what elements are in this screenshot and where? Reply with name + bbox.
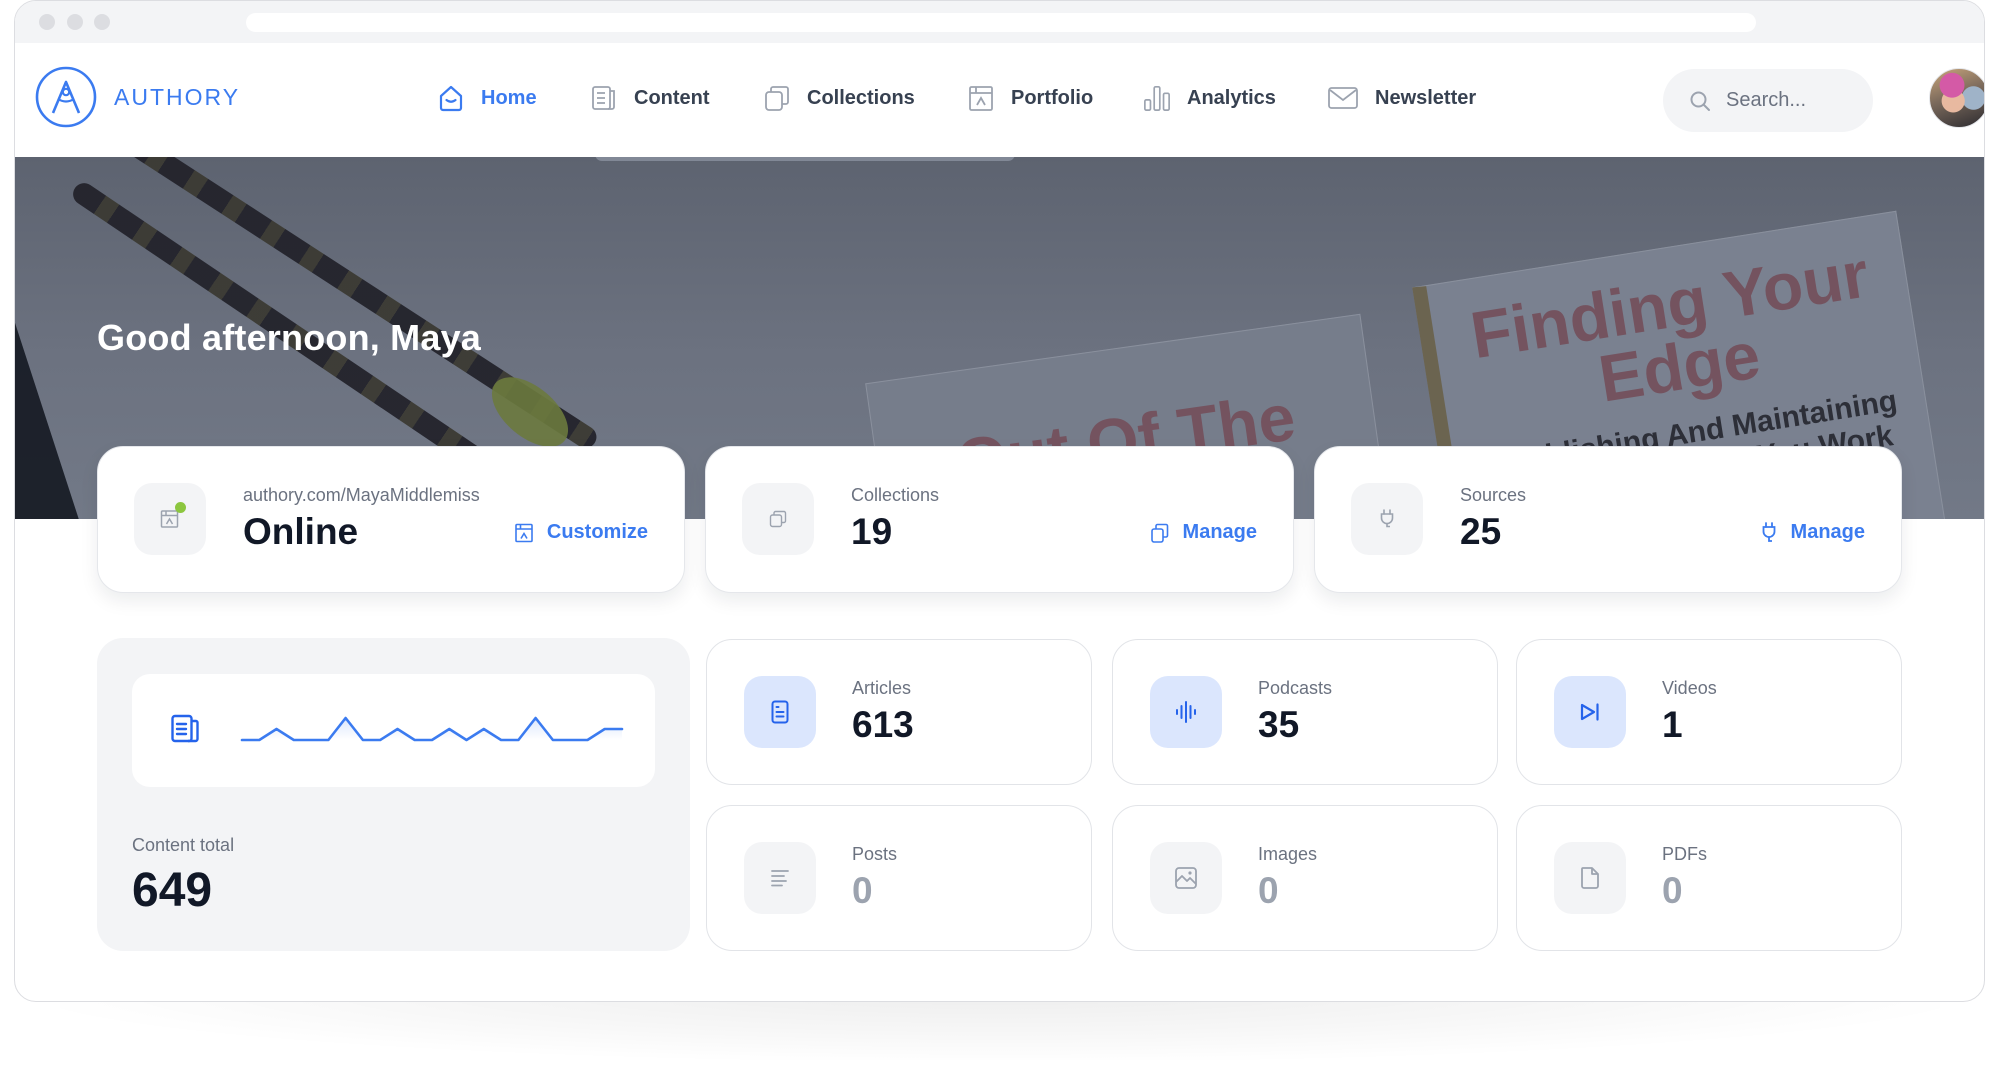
portfolio-icon-box: [134, 483, 206, 555]
videos-card[interactable]: Videos 1: [1516, 639, 1902, 785]
online-status-dot: [175, 502, 186, 513]
nav-home[interactable]: Home: [437, 81, 537, 115]
url-bar[interactable]: [246, 13, 1756, 32]
home-icon: [437, 84, 465, 112]
window-minimize-dot[interactable]: [67, 14, 83, 30]
images-card[interactable]: Images 0: [1112, 805, 1498, 951]
podcasts-card[interactable]: Podcasts 35: [1112, 639, 1498, 785]
collections-label: Collections: [851, 485, 940, 505]
portfolio-url[interactable]: authory.com/MayaMiddlemiss: [243, 485, 480, 506]
images-label: Images: [1258, 844, 1318, 864]
portfolio-icon: [515, 523, 533, 542]
podcasts-count: 35: [1258, 704, 1300, 745]
user-avatar[interactable]: [1929, 68, 1984, 128]
authory-logo-icon: [35, 66, 97, 128]
search-box[interactable]: [1663, 69, 1873, 132]
sources-label: Sources: [1460, 485, 1527, 505]
content-sparkline-card: [132, 674, 655, 787]
collections-icon: [763, 84, 791, 112]
videos-label: Videos: [1662, 678, 1717, 698]
posts-icon-box: [744, 842, 816, 914]
pdf-icon: [1581, 867, 1599, 889]
manage-sources-button[interactable]: Manage: [1761, 521, 1865, 544]
images-icon-box: [1150, 842, 1222, 914]
collections-count: 19: [851, 511, 893, 552]
collections-card: Collections 19 Manage: [705, 446, 1294, 593]
portfolio-icon: [967, 84, 995, 112]
articles-icon-box: [744, 676, 816, 748]
sources-card: Sources 25 Manage: [1314, 446, 1902, 593]
nav-portfolio[interactable]: Portfolio: [967, 81, 1093, 115]
plug-icon: [1762, 521, 1775, 542]
content-sparkline: [240, 716, 624, 742]
browser-titlebar: [15, 1, 1984, 43]
nav-home-label: Home: [481, 86, 537, 109]
window-maximize-dot[interactable]: [94, 14, 110, 30]
portfolio-status: Online: [243, 511, 359, 552]
hero-decoration: [595, 157, 1015, 161]
pdfs-count: 0: [1662, 870, 1683, 911]
customize-button-label: Customize: [546, 521, 648, 543]
sources-count: 25: [1460, 511, 1502, 552]
sources-icon-box: [1351, 483, 1423, 555]
sparkline-area: [242, 718, 622, 740]
brand-name: AUTHORY: [114, 83, 241, 110]
app-header: AUTHORY Home Content Collections Portfol…: [15, 43, 1984, 157]
videos-count: 1: [1662, 704, 1683, 745]
podcasts-label: Podcasts: [1258, 678, 1333, 698]
images-count: 0: [1258, 870, 1279, 911]
article-icon: [771, 700, 789, 724]
pdfs-label: PDFs: [1662, 844, 1707, 864]
posts-label: Posts: [852, 844, 898, 864]
nav-newsletter[interactable]: Newsletter: [1327, 81, 1476, 115]
nav-portfolio-label: Portfolio: [1011, 86, 1094, 109]
nav-analytics-label: Analytics: [1187, 86, 1276, 109]
pdfs-icon-box: [1554, 842, 1626, 914]
nav-collections-label: Collections: [807, 86, 915, 109]
nav-content[interactable]: Content: [590, 81, 710, 115]
search-input[interactable]: [1726, 89, 1856, 112]
nav-analytics[interactable]: Analytics: [1143, 81, 1276, 115]
plug-icon: [1380, 509, 1394, 528]
posts-icon: [771, 870, 789, 887]
image-icon: [1175, 867, 1197, 889]
content-icon: [171, 714, 199, 743]
sparkline-line: [240, 716, 624, 742]
posts-card[interactable]: Posts 0: [706, 805, 1092, 951]
articles-card[interactable]: Articles 613: [706, 639, 1092, 785]
authory-logo[interactable]: AUTHORY: [35, 66, 240, 128]
content-total-value: 649: [132, 864, 213, 917]
videos-icon-box: [1554, 676, 1626, 748]
portfolio-status-card: authory.com/MayaMiddlemiss Online Custom…: [97, 446, 685, 593]
collections-icon: [769, 510, 787, 528]
newsletter-icon: [1327, 84, 1359, 112]
video-icon: [1580, 703, 1599, 721]
content-total-panel[interactable]: Content total 649: [97, 638, 690, 951]
search-icon: [1690, 91, 1710, 111]
content-icon: [590, 84, 618, 112]
podcasts-icon-box: [1150, 676, 1222, 748]
articles-label: Articles: [852, 678, 912, 698]
nav-content-label: Content: [634, 86, 710, 109]
posts-count: 0: [852, 870, 873, 911]
manage-collections-button[interactable]: Manage: [1150, 521, 1257, 544]
content-total-label: Content total: [132, 835, 235, 855]
collections-icon: [1150, 523, 1168, 543]
customize-button[interactable]: Customize: [515, 521, 648, 544]
nav-newsletter-label: Newsletter: [1375, 86, 1477, 109]
manage-collections-label: Manage: [1182, 521, 1257, 543]
manage-sources-label: Manage: [1790, 521, 1865, 543]
articles-count: 613: [852, 704, 914, 745]
greeting-heading: Good afternoon, Maya: [97, 317, 482, 358]
analytics-icon: [1143, 84, 1171, 112]
nav-collections[interactable]: Collections: [763, 81, 915, 115]
pdfs-card[interactable]: PDFs 0: [1516, 805, 1902, 951]
window-close-dot[interactable]: [39, 14, 55, 30]
podcast-icon: [1176, 701, 1196, 723]
browser-window: AUTHORY Home Content Collections Portfol…: [14, 0, 1985, 1002]
collections-icon-box: [742, 483, 814, 555]
